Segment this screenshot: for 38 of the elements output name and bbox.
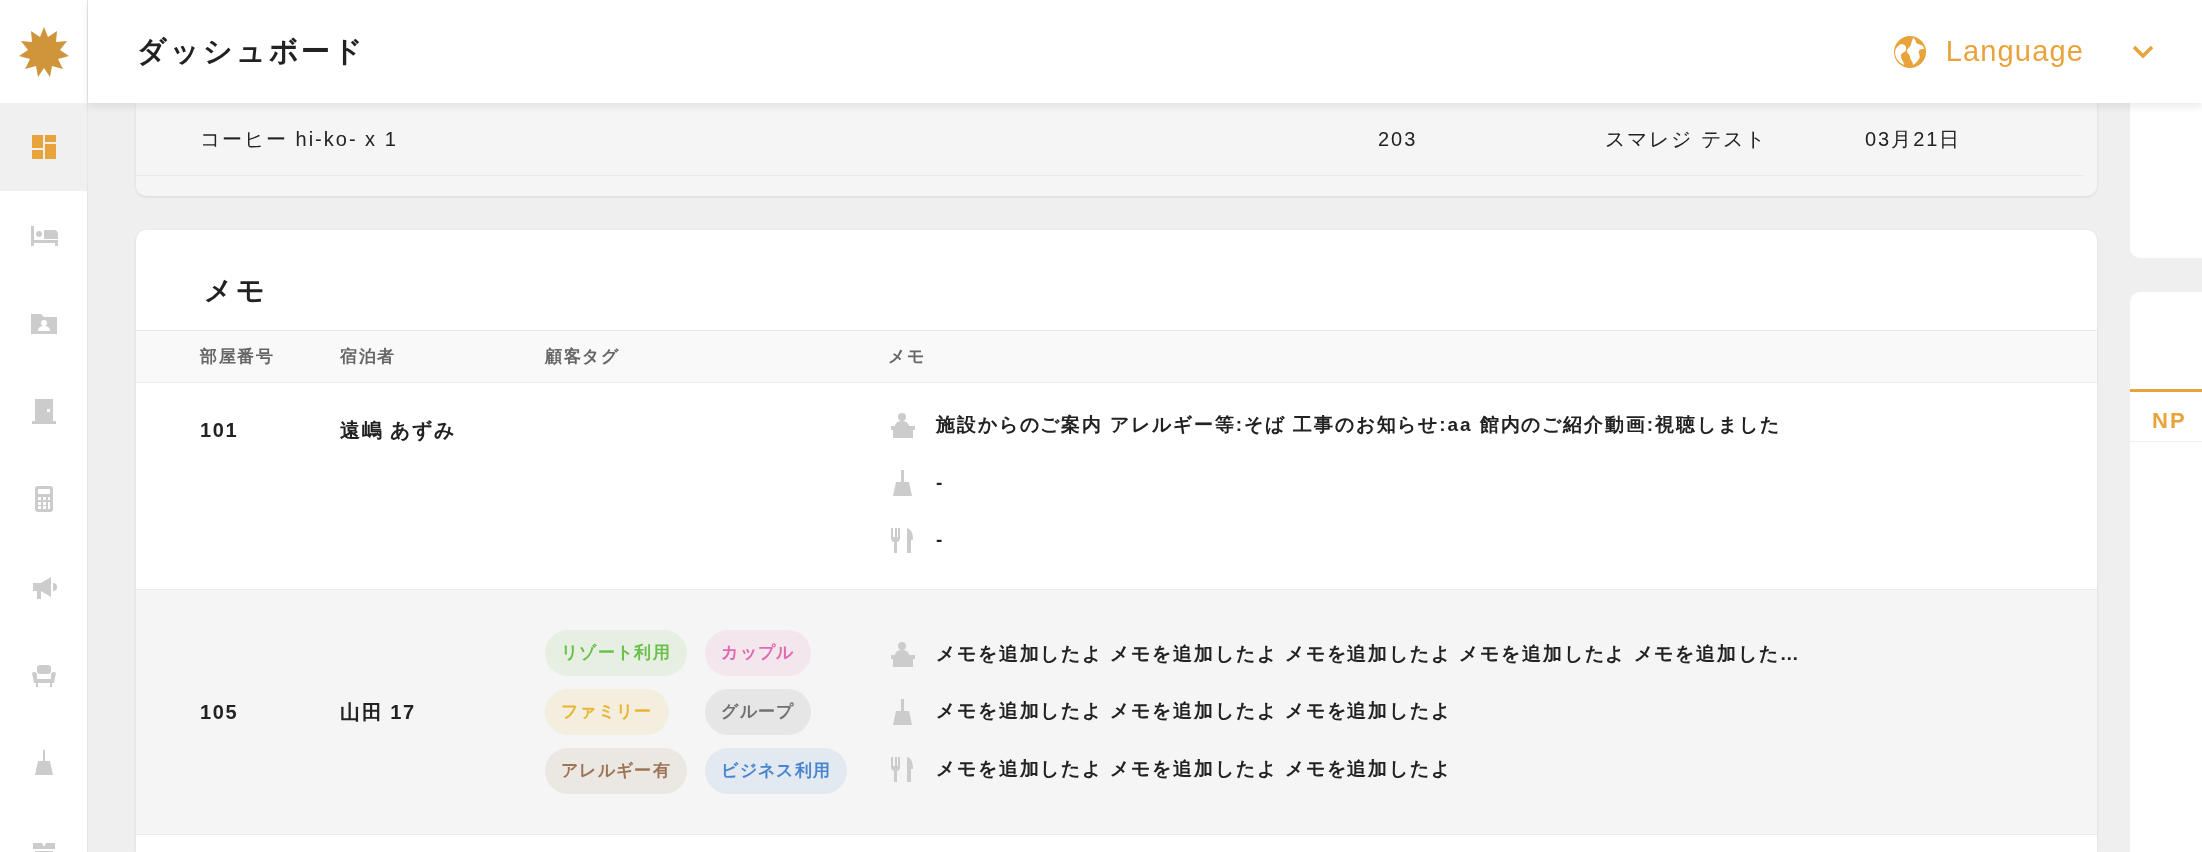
- memo-text: -: [936, 470, 945, 495]
- fork-knife-icon: [888, 526, 916, 555]
- memo-text: メモを追加したよ メモを追加したよ メモを追加したよ: [936, 756, 1452, 781]
- column-header: 宿泊者: [340, 345, 398, 368]
- table-cell-text: 101: [200, 418, 240, 443]
- chevron-down-icon: [2132, 44, 2154, 59]
- table-cell-text: 山田 17: [340, 699, 417, 725]
- column-header: 顧客タグ: [545, 345, 621, 368]
- globe-icon: [1891, 33, 1928, 70]
- customer-tag: アレルギー有: [545, 747, 688, 794]
- dashboard-icon: [29, 133, 58, 161]
- customer-tag: ファミリー: [545, 688, 669, 735]
- table-cell-text: 遠嶋 あずみ: [340, 418, 457, 444]
- table-cell-text: 105: [200, 699, 240, 725]
- memo-text: メモを追加したよ メモを追加したよ メモを追加したよ メモを追加したよ メモを追加した…: [936, 641, 1801, 666]
- sunburst-logo-icon: [18, 26, 69, 77]
- table-cell-text: スマレジ テスト: [1605, 127, 1768, 152]
- panel-tab[interactable]: NP: [2130, 392, 2202, 442]
- column-header: メモ: [888, 345, 926, 368]
- card-title: メモ: [203, 274, 268, 308]
- memo-text: -: [936, 528, 945, 552]
- sidebar-item[interactable]: [0, 103, 87, 191]
- customer-tag: グループ: [705, 688, 811, 735]
- page-title: ダッシュボード: [137, 33, 367, 69]
- person-at-desk-icon: [888, 640, 916, 668]
- customer-tag: ビジネス利用: [705, 747, 848, 794]
- customer-tag: リゾート利用: [545, 629, 688, 676]
- fork-knife-icon: [888, 755, 916, 783]
- memo-text: 施設からのご案内 アレルギー等:そば 工事のお知らせ:aa 館内のご紹介動画:視聴しました: [936, 413, 1781, 437]
- customer-tag: カップル: [705, 629, 811, 676]
- person-at-desk-icon: [888, 411, 916, 440]
- memo-text: メモを追加したよ メモを追加したよ メモを追加したよ: [936, 699, 1452, 724]
- door-icon: [29, 397, 58, 425]
- table-cell-text: コーヒー hi-ko- x 1: [199, 127, 399, 152]
- table-cell-text: 03月21日: [1865, 127, 1962, 152]
- language-dropdown[interactable]: Language: [1891, 29, 2154, 74]
- table-cell-text: 203: [1378, 127, 1419, 152]
- column-header: 部屋番号: [199, 345, 276, 368]
